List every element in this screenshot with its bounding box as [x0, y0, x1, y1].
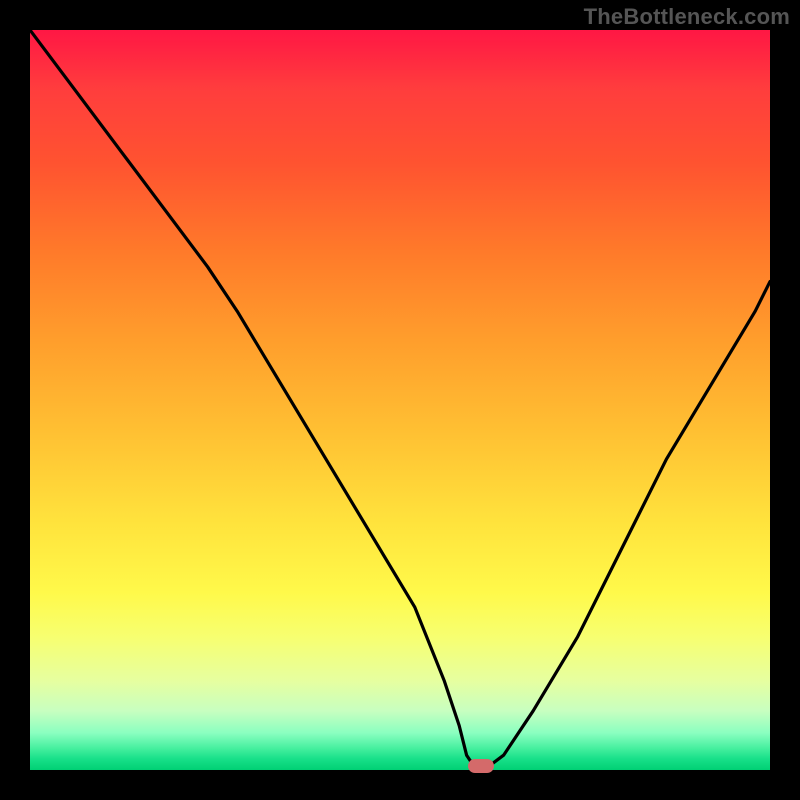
- chart-frame: TheBottleneck.com: [0, 0, 800, 800]
- watermark-text: TheBottleneck.com: [584, 4, 790, 30]
- bottleneck-curve: [30, 30, 770, 770]
- plot-area: [30, 30, 770, 770]
- minimum-marker: [468, 759, 494, 773]
